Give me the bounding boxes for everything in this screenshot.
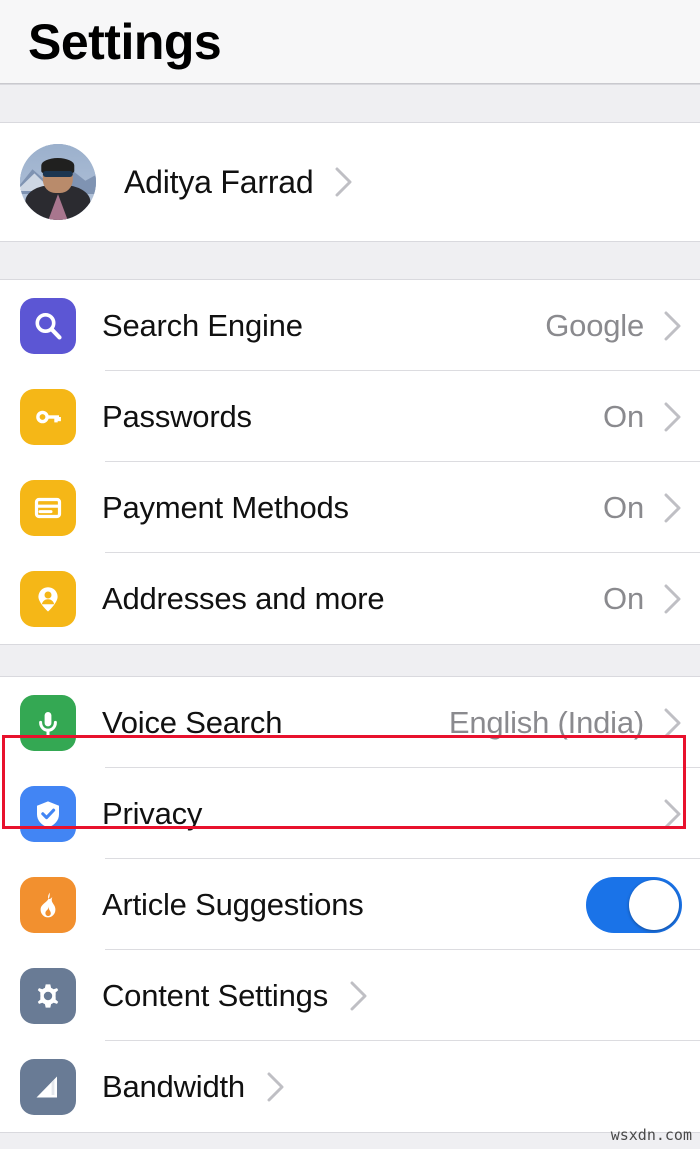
avatar: [20, 144, 96, 220]
section-spacer-bottom: [0, 1132, 700, 1149]
settings-row-label: Bandwidth: [102, 1068, 245, 1104]
chevron-right-icon: [664, 798, 682, 830]
settings-row-payment-methods[interactable]: Payment Methods On: [0, 462, 700, 553]
settings-row-label: Search Engine: [102, 307, 303, 343]
settings-row-label: Privacy: [102, 795, 203, 831]
article-suggestions-toggle[interactable]: [586, 876, 682, 933]
shield-check-icon: [20, 785, 76, 842]
settings-row-bandwidth[interactable]: Bandwidth: [0, 1041, 700, 1132]
settings-row-label: Voice Search: [102, 704, 283, 740]
chevron-right-icon: [335, 166, 353, 198]
gear-icon: [20, 967, 76, 1024]
settings-row-label: Passwords: [102, 398, 252, 434]
section-spacer-1: [0, 241, 700, 280]
watermark: wsxdn.com: [610, 1126, 692, 1144]
bandwidth-icon: [20, 1058, 76, 1115]
key-icon: [20, 388, 76, 445]
settings-row-value: Google: [545, 307, 644, 343]
chevron-right-icon: [350, 980, 368, 1012]
page-header: Settings: [0, 0, 700, 84]
settings-row-search-engine[interactable]: Search Engine Google: [0, 280, 700, 371]
chevron-right-icon: [664, 310, 682, 342]
browser-group: Voice Search English (India) Privacy Art…: [0, 677, 700, 1132]
chevron-right-icon: [664, 401, 682, 433]
settings-row-value: On: [603, 489, 644, 525]
settings-screen: Settings Aditya Farrad Search Engine Goo…: [0, 0, 700, 1149]
section-spacer-top: [0, 84, 700, 123]
account-group: Search Engine Google Passwords On Paymen…: [0, 280, 700, 644]
settings-row-label: Addresses and more: [102, 580, 385, 616]
search-icon: [20, 297, 76, 354]
settings-row-privacy[interactable]: Privacy: [0, 768, 700, 859]
settings-row-addresses-and-more[interactable]: Addresses and more On: [0, 553, 700, 644]
chevron-right-icon: [664, 707, 682, 739]
profile-group: Aditya Farrad: [0, 123, 700, 241]
settings-row-label: Article Suggestions: [102, 886, 364, 922]
profile-row[interactable]: Aditya Farrad: [0, 123, 700, 241]
settings-row-content-settings[interactable]: Content Settings: [0, 950, 700, 1041]
settings-row-label: Payment Methods: [102, 489, 349, 525]
chevron-right-icon: [267, 1071, 285, 1103]
settings-row-voice-search[interactable]: Voice Search English (India): [0, 677, 700, 768]
profile-name: Aditya Farrad: [124, 163, 314, 200]
settings-row-value: English (India): [448, 704, 644, 740]
credit-card-icon: [20, 479, 76, 536]
settings-row-passwords[interactable]: Passwords On: [0, 371, 700, 462]
section-spacer-2: [0, 644, 700, 677]
microphone-icon: [20, 694, 76, 751]
flame-icon: [20, 876, 76, 933]
settings-row-label: Content Settings: [102, 977, 329, 1013]
settings-row-article-suggestions[interactable]: Article Suggestions: [0, 859, 700, 950]
toggle-knob: [629, 879, 679, 930]
settings-row-value: On: [603, 580, 644, 616]
settings-row-value: On: [603, 398, 644, 434]
page-title: Settings: [28, 13, 222, 70]
chevron-right-icon: [664, 492, 682, 524]
chevron-right-icon: [664, 583, 682, 615]
address-pin-icon: [20, 570, 76, 627]
